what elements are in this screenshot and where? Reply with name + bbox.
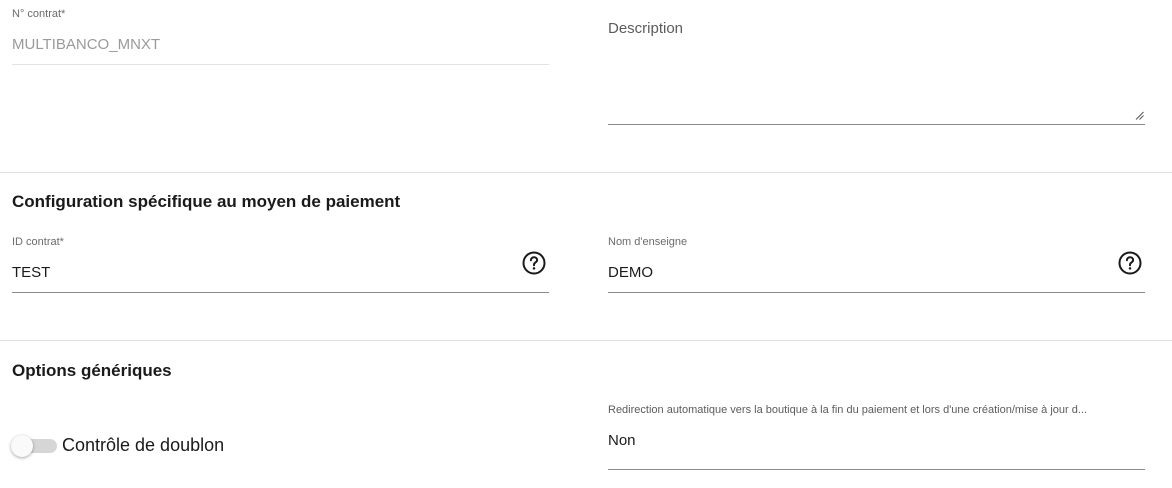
payment-config-heading: Configuration spécifique au moyen de pai… — [12, 192, 401, 211]
toggle-thumb — [11, 435, 33, 457]
help-circle-icon[interactable] — [522, 251, 546, 275]
description-underline — [608, 124, 1145, 125]
redirect-select[interactable]: Non — [608, 432, 1145, 449]
contract-number-underline — [12, 64, 549, 65]
redirect-label: Redirection automatique vers la boutique… — [608, 404, 1088, 416]
duplicate-control-toggle[interactable] — [11, 434, 57, 458]
duplicate-control-label: Contrôle de doublon — [62, 435, 225, 455]
section-divider — [0, 340, 1172, 341]
description-label: Description — [608, 20, 684, 37]
generic-options-heading: Options génériques — [12, 361, 172, 380]
contract-id-underline — [12, 292, 549, 293]
store-name-underline — [608, 292, 1145, 293]
store-name-input[interactable]: DEMO — [608, 264, 1108, 281]
store-name-label: Nom d'enseigne — [608, 236, 688, 248]
help-circle-icon[interactable] — [1118, 251, 1142, 275]
description-textarea[interactable]: Description — [608, 14, 1145, 125]
redirect-underline — [608, 469, 1145, 470]
resize-handle-icon[interactable] — [1135, 111, 1144, 120]
contract-number-field: MULTIBANCO_MNXT — [12, 36, 161, 53]
contract-id-input[interactable]: TEST — [12, 264, 512, 281]
section-divider — [0, 172, 1172, 173]
contract-id-label: ID contrat* — [12, 236, 64, 248]
contract-number-label: N° contrat* — [12, 8, 66, 20]
